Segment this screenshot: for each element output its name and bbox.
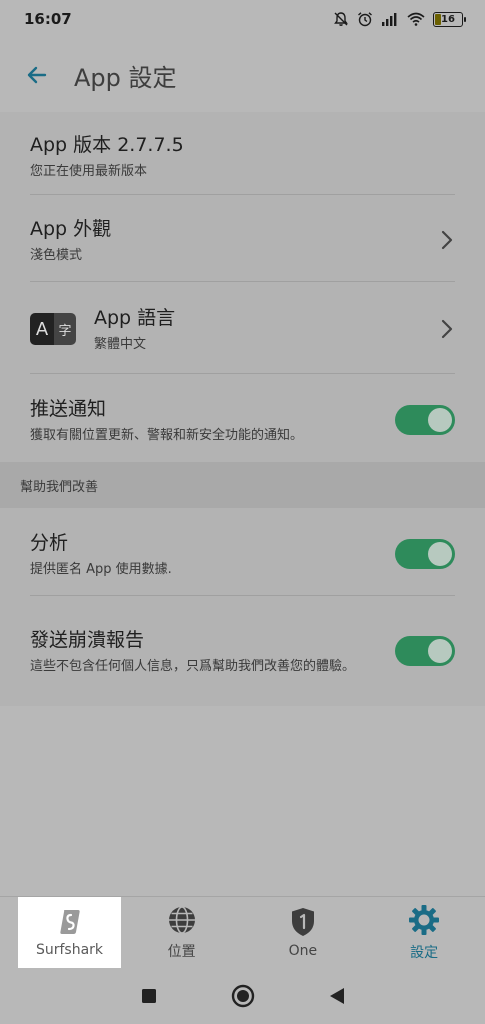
nav-item-settings[interactable]: 設定 — [364, 897, 485, 968]
nav-label-surfshark: Surfshark — [35, 941, 104, 958]
toggle-knob — [428, 408, 452, 432]
nav-item-surfshark[interactable]: Surfshark — [18, 897, 121, 968]
bottom-nav: Surfshark 位置 One 設定 — [0, 896, 485, 968]
recents-square-icon[interactable] — [141, 988, 157, 1004]
app-appearance-subtitle: 淺色模式 — [30, 248, 83, 263]
wifi-icon — [407, 12, 425, 26]
globe-icon — [168, 905, 195, 934]
surfshark-logo-icon — [59, 909, 80, 934]
divider — [30, 373, 455, 374]
language-icon: A 字 — [30, 313, 76, 345]
crash-report-toggle[interactable] — [395, 636, 455, 666]
analytics-row: 分析 提供匿名 App 使用數據. — [30, 528, 455, 580]
app-language-row[interactable]: A 字 App 語言 繁體中文 — [30, 300, 455, 358]
toggle-knob — [428, 542, 452, 566]
page-title: App 設定 — [74, 63, 177, 92]
chevron-right-icon — [441, 319, 453, 339]
shield-one-icon — [291, 907, 314, 936]
app-appearance-title: App 外觀 — [30, 218, 112, 240]
app-language-title: App 語言 — [94, 307, 176, 329]
language-icon-a: A — [30, 313, 54, 345]
app-language-subtitle: 繁體中文 — [94, 337, 147, 352]
app-appearance-row[interactable]: App 外觀 淺色模式 — [30, 212, 455, 268]
chevron-right-icon — [441, 230, 453, 250]
mute-bell-icon — [334, 12, 348, 26]
signal-icon — [382, 13, 397, 26]
crash-report-subtitle: 這些不包含任何個人信息，只爲幫助我們改善您的體驗。 — [30, 659, 356, 674]
back-arrow-icon — [27, 66, 47, 84]
nav-label-locations: 位置 — [167, 943, 196, 960]
app-version-subtitle: 您正在使用最新版本 — [30, 164, 148, 179]
toggle-knob — [428, 639, 452, 663]
alarm-icon — [358, 12, 372, 27]
divider — [30, 194, 455, 195]
push-notification-row: 推送通知 獲取有關位置更新、警報和新安全功能的通知。 — [30, 394, 455, 446]
push-notification-subtitle: 獲取有關位置更新、警報和新安全功能的通知。 — [30, 428, 304, 443]
help-section-header: 幫助我們改善 — [0, 462, 485, 508]
crash-report-row: 發送崩潰報告 這些不包含任何個人信息，只爲幫助我們改善您的體驗。 — [30, 614, 455, 688]
app-bar: App 設定 — [0, 38, 485, 112]
gear-icon — [409, 904, 440, 935]
status-bar: 16:07 16 — [0, 0, 485, 38]
nav-item-locations[interactable]: 位置 — [121, 897, 242, 968]
battery-icon: 16 — [433, 11, 466, 27]
back-button[interactable] — [22, 60, 52, 90]
app-version-title: App 版本 2.7.7.5 — [30, 134, 184, 156]
status-time: 16:07 — [24, 10, 72, 28]
language-icon-zh: 字 — [54, 313, 76, 345]
push-notification-toggle[interactable] — [395, 405, 455, 435]
status-icons: 16 — [333, 11, 466, 27]
analytics-toggle[interactable] — [395, 539, 455, 569]
crash-report-title: 發送崩潰報告 — [30, 629, 145, 651]
analytics-subtitle: 提供匿名 App 使用數據. — [30, 562, 172, 577]
battery-level: 16 — [441, 13, 455, 25]
back-triangle-icon[interactable] — [329, 987, 345, 1005]
nav-label-one: One — [288, 942, 318, 959]
nav-label-settings: 設定 — [410, 944, 439, 961]
system-nav-bar — [0, 968, 485, 1024]
analytics-title: 分析 — [30, 532, 69, 554]
push-notification-title: 推送通知 — [30, 398, 107, 420]
divider — [30, 595, 455, 596]
home-circle-icon[interactable] — [231, 984, 255, 1008]
app-version-row: App 版本 2.7.7.5 您正在使用最新版本 — [30, 128, 455, 184]
nav-item-one[interactable]: One — [242, 897, 363, 968]
divider — [30, 281, 455, 282]
